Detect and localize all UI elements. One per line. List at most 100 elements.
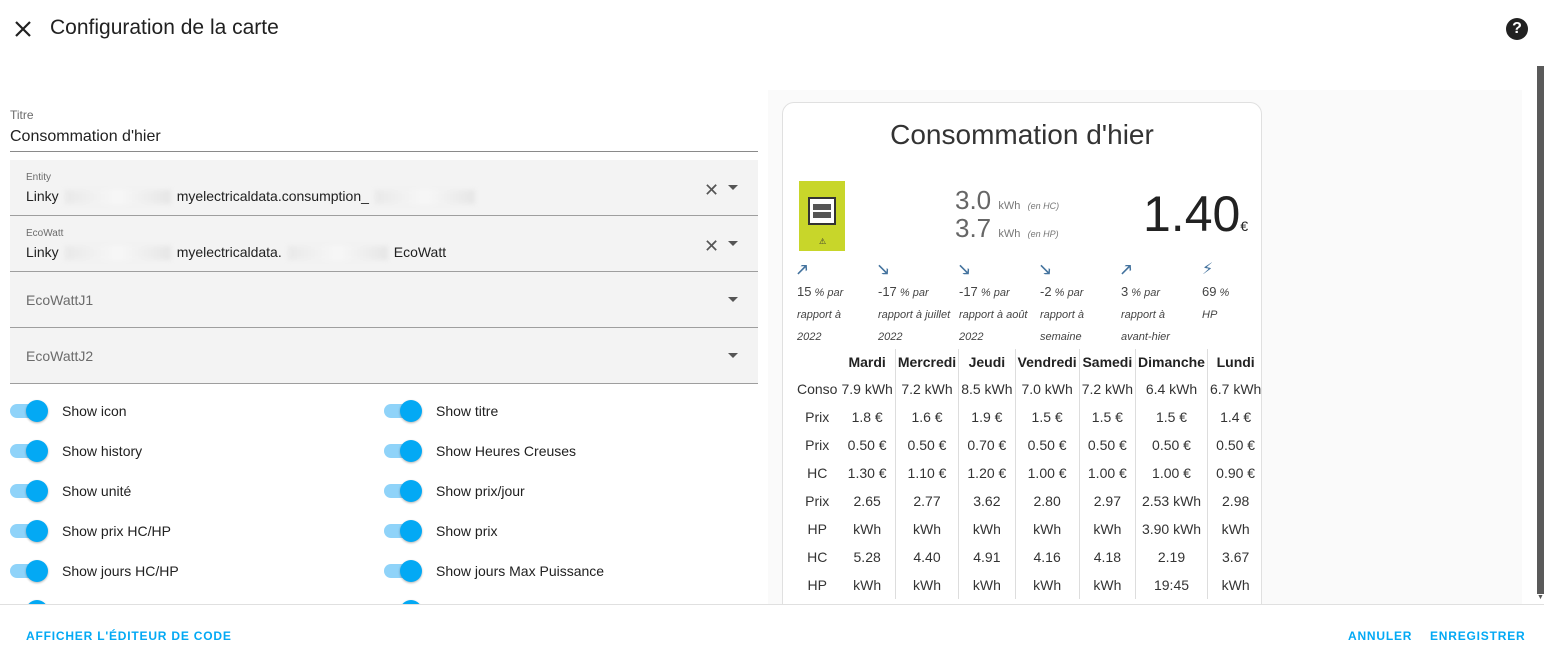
- trend-text2: rapport à août: [959, 309, 1028, 321]
- title-field[interactable]: Titre Consommation d'hier: [10, 108, 758, 152]
- toggle-switch[interactable]: [10, 560, 48, 582]
- toggle-switch[interactable]: [384, 520, 422, 542]
- chevron-down-icon[interactable]: [728, 185, 738, 190]
- cancel-button[interactable]: ANNULER: [1348, 629, 1412, 643]
- redacted-text: [64, 190, 171, 205]
- toggle-switch[interactable]: [384, 560, 422, 582]
- card-config-form: Titre Consommation d'hier Entity Linky my…: [10, 100, 758, 604]
- toggle-switch[interactable]: [10, 520, 48, 542]
- chevron-down-icon[interactable]: [728, 353, 738, 358]
- history-cell: 4.16: [1014, 543, 1080, 571]
- history-cell: 3.62: [958, 487, 1016, 515]
- toggle-row[interactable]: Show history: [10, 440, 142, 462]
- trend-text3: 2022: [959, 331, 984, 343]
- close-button[interactable]: [8, 14, 38, 44]
- trend-text2: rapport à: [1121, 309, 1166, 321]
- history-row: HC 1.30 €1.10 €1.20 €1.00 €1.00 €1.00 €0.…: [795, 459, 1261, 487]
- trend-text: 3 % par rapport à avant-hier: [1121, 281, 1199, 348]
- history-cell: kWh: [1014, 571, 1080, 599]
- history-cell: 1.5 €: [1078, 403, 1136, 431]
- chevron-down-icon[interactable]: [728, 297, 738, 302]
- history-row-label: Conso: [797, 381, 838, 397]
- history-table: Mardi Mercredi Jeudi Vendredi Samedi Dimanche…: [795, 349, 1261, 599]
- toggle-label: Show prix HC/HP: [62, 523, 171, 539]
- history-cell: 1.10 €: [894, 459, 959, 487]
- clear-icon[interactable]: ✕: [704, 180, 719, 201]
- dialog-footer: AFFICHER L'ÉDITEUR DE CODE ANNULER ENREG…: [0, 604, 1544, 654]
- history-cell: 2.53 kWh: [1135, 487, 1208, 515]
- trend-value: 15: [797, 284, 812, 299]
- entity-value-prefix: Linky: [26, 188, 59, 204]
- history-corner: [795, 349, 839, 375]
- toggle-row[interactable]: Show prix: [384, 520, 497, 542]
- history-cell: 7.2 kWh: [894, 375, 959, 403]
- trend-text2: rapport à: [797, 309, 842, 321]
- toggle-switch[interactable]: [384, 480, 422, 502]
- history-day-header: Jeudi: [958, 349, 1016, 375]
- ecowatt-j2-select[interactable]: EcoWattJ2: [10, 328, 758, 384]
- toggle-row[interactable]: Show jours Max Puissance: [384, 560, 604, 582]
- ecowatt-j1-select[interactable]: EcoWattJ1: [10, 272, 758, 328]
- toggle-switch[interactable]: [384, 400, 422, 422]
- toggle-switch[interactable]: [384, 440, 422, 462]
- kwh-hc-value: 3.0: [955, 185, 992, 215]
- history-cell: 1.8 €: [851, 409, 883, 425]
- history-cell: kWh: [1206, 515, 1261, 543]
- card-title: Consommation d'hier: [890, 119, 1154, 150]
- history-cell: 2.80: [1014, 487, 1080, 515]
- history-cell: 1.4 €: [1206, 403, 1261, 431]
- trend-value: -2: [1040, 284, 1052, 299]
- toggle-row[interactable]: Show unité: [10, 480, 131, 502]
- entity-select[interactable]: Entity Linky myelectricaldata.consumption…: [10, 160, 758, 216]
- help-icon[interactable]: ?: [1506, 18, 1528, 40]
- toggle-row[interactable]: Show prix HC/HP: [10, 520, 171, 542]
- trend-value: 3: [1121, 284, 1129, 299]
- history-cell: 7.9 kWh: [841, 381, 893, 397]
- trend-item: 🡕 15 % par rapport à 2022: [797, 259, 875, 348]
- history-cell: 2.97: [1078, 487, 1136, 515]
- history-cell: 2.65: [853, 493, 881, 509]
- trend-text: -2 % par rapport à semaine: [1040, 281, 1118, 348]
- history-cell: 1.5 €: [1014, 403, 1080, 431]
- redacted-text: [64, 246, 171, 261]
- history-cell: 2.77: [894, 487, 959, 515]
- preview-card: Consommation d'hier ⚠ 3.0 kWh (en HC) 3.…: [782, 102, 1262, 622]
- trend-text1: par: [993, 287, 1010, 299]
- chevron-down-icon[interactable]: [728, 241, 738, 246]
- entity-select-value: Linky myelectricaldata.consumption_: [26, 188, 481, 205]
- clear-icon[interactable]: ✕: [704, 236, 719, 257]
- trend-unit: %: [1131, 287, 1142, 299]
- show-code-editor-button[interactable]: AFFICHER L'ÉDITEUR DE CODE: [26, 629, 232, 643]
- history-cell: 4.91: [958, 543, 1016, 571]
- trend-item: ⚡ 69 % HP: [1202, 259, 1261, 326]
- history-cell: 0.50 €: [847, 437, 887, 453]
- kwh-hp: 3.7 kWh (en HP): [955, 213, 1059, 244]
- scrollbar[interactable]: ▼: [1537, 66, 1544, 604]
- toggle-row[interactable]: Show prix/jour: [384, 480, 525, 502]
- scroll-down-icon[interactable]: ▼: [1537, 594, 1544, 604]
- history-cell: 7.2 kWh: [1078, 375, 1136, 403]
- title-field-label: Titre: [10, 108, 34, 122]
- title-field-value[interactable]: Consommation d'hier: [10, 128, 758, 146]
- total-price-value: 1.40: [1143, 186, 1241, 242]
- redacted-text: [287, 246, 388, 261]
- history-cell: 0.50 €: [1135, 431, 1208, 459]
- history-cell: kWh: [958, 515, 1016, 543]
- toggle-switch[interactable]: [10, 480, 48, 502]
- ecowatt-j1-placeholder: EcoWattJ1: [26, 292, 94, 308]
- history-row: HP kWh kWh kWh kWh kWh 3.90 kWh kWh: [795, 515, 1261, 543]
- toggle-row[interactable]: Show jours HC/HP: [10, 560, 179, 582]
- toggle-row[interactable]: Show icon: [10, 400, 127, 422]
- toggle-label: Show prix/jour: [436, 483, 525, 499]
- toggle-row[interactable]: Show Heures Creuses: [384, 440, 576, 462]
- save-button[interactable]: ENREGISTRER: [1430, 629, 1525, 643]
- toggle-row[interactable]: Show titre: [384, 400, 498, 422]
- history-row-label: Prix: [805, 493, 830, 509]
- history-row-label: HC: [807, 465, 828, 481]
- kwh-hp-tag: (en HP): [1027, 229, 1059, 239]
- toggle-switch[interactable]: [10, 440, 48, 462]
- history-row: Prix 1.8 €1.6 €1.9 €1.5 €1.5 €1.5 €1.4 €: [795, 403, 1261, 431]
- history-day-header: Mercredi: [894, 349, 959, 375]
- toggle-switch[interactable]: [10, 400, 48, 422]
- ecowatt-select[interactable]: EcoWatt Linky myelectricaldata. EcoWatt ✕: [10, 216, 758, 272]
